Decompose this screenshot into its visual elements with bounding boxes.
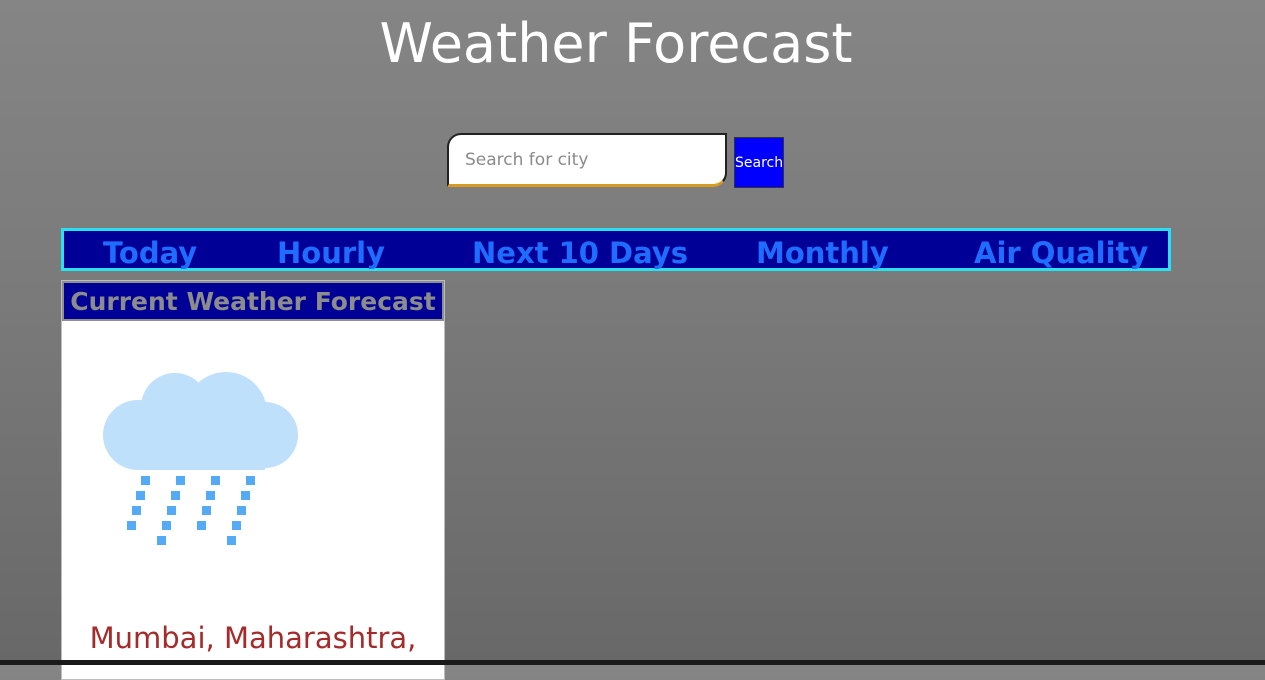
search-input[interactable] xyxy=(447,133,727,187)
nav-item-hourly[interactable]: Hourly xyxy=(277,231,385,270)
location-text: Mumbai, Maharashtra, xyxy=(89,621,417,655)
nav-item-air-quality[interactable]: Air Quality xyxy=(974,231,1148,270)
search-button[interactable]: Search xyxy=(734,137,784,188)
nav-item-today[interactable]: Today xyxy=(103,231,197,270)
card-title: Current Weather Forecast xyxy=(62,281,444,321)
nav-bar: Today Hourly Next 10 Days Monthly Air Qu… xyxy=(61,228,1171,271)
page-title: Weather Forecast xyxy=(379,12,853,75)
rain-cloud-icon xyxy=(103,372,298,545)
current-weather-card: Current Weather Forecast Mumbai, Maharas… xyxy=(61,280,445,680)
nav-item-monthly[interactable]: Monthly xyxy=(756,231,889,270)
bottom-edge xyxy=(0,660,1265,665)
nav-item-next-10-days[interactable]: Next 10 Days xyxy=(472,231,688,270)
